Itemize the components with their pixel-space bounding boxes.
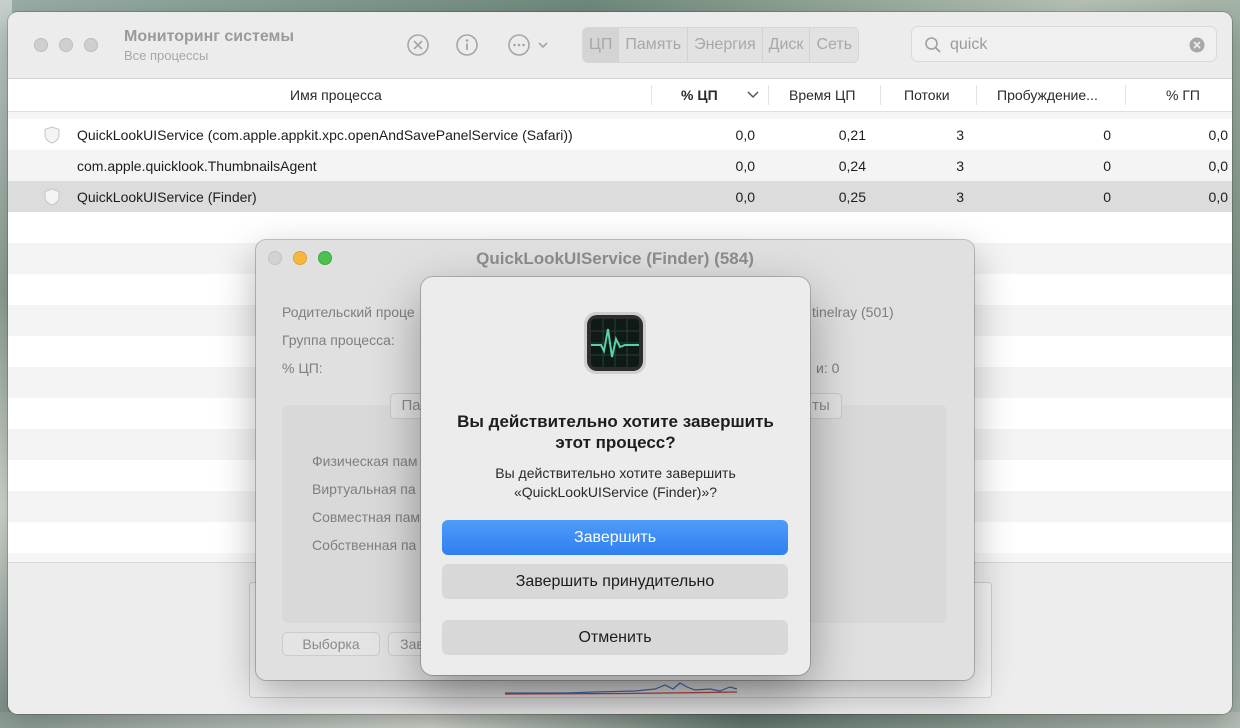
sample-button[interactable]: Выборка — [282, 632, 380, 656]
column-wakeups[interactable]: Пробуждение... — [997, 87, 1098, 103]
column-divider — [1125, 85, 1126, 105]
threads: 3 — [956, 127, 964, 143]
gpu-percent: 0,0 — [1208, 127, 1228, 143]
column-process-name[interactable]: Имя процесса — [290, 87, 382, 103]
column-divider — [880, 85, 881, 105]
shield-icon — [44, 126, 60, 144]
tab-memory[interactable]: Память — [619, 28, 689, 62]
tab-disk[interactable]: Диск — [763, 28, 811, 62]
zoom-window-button[interactable] — [84, 38, 98, 52]
sample-value: и: 0 — [816, 360, 840, 376]
sort-descending-icon[interactable] — [747, 91, 759, 99]
process-name: com.apple.quicklook.ThumbnailsAgent — [77, 158, 317, 174]
tab-energy[interactable]: Энергия — [688, 28, 763, 62]
virtual-memory-label: Виртуальная па — [312, 481, 416, 497]
gpu-percent: 0,0 — [1208, 189, 1228, 205]
wakeups: 0 — [1103, 189, 1111, 205]
column-threads[interactable]: Потоки — [904, 87, 950, 103]
shield-icon — [44, 188, 60, 206]
cpu-time: 0,21 — [838, 127, 866, 143]
cpu-time: 0,24 — [838, 158, 866, 174]
wakeups: 0 — [1103, 158, 1111, 174]
toolbar: Мониторинг системы Все процессы ЦП Памят… — [8, 12, 1232, 79]
cpu-percent: 0,0 — [735, 189, 755, 205]
wakeups: 0 — [1103, 127, 1111, 143]
category-tabs: ЦП Память Энергия Диск Сеть — [582, 27, 860, 63]
column-cpu-time[interactable]: Время ЦП — [789, 87, 855, 103]
column-divider — [976, 85, 977, 105]
clear-search-icon[interactable] — [1189, 37, 1205, 53]
private-memory-label: Собственная па — [312, 537, 417, 553]
gpu-percent: 0,0 — [1208, 158, 1228, 174]
user-value: tinelray (501) — [812, 304, 894, 320]
column-divider — [768, 85, 769, 105]
table-row-selected[interactable]: QuickLookUIService (Finder) 0,0 0,25 3 0… — [8, 181, 1232, 212]
column-divider — [651, 85, 652, 105]
search-input[interactable]: quick — [911, 26, 1217, 62]
dialog-title: Вы действительно хотите завершить этот п… — [457, 412, 774, 452]
search-query: quick — [950, 36, 988, 53]
more-actions-icon[interactable] — [507, 33, 553, 57]
desktop-background-bottom — [0, 712, 1240, 728]
tab-cpu[interactable]: ЦП — [583, 28, 620, 62]
minimize-window-button[interactable] — [59, 38, 73, 52]
app-title: Мониторинг системы — [124, 28, 295, 45]
table-row[interactable]: com.apple.quicklook.ThumbnailsAgent 0,0 … — [8, 150, 1232, 181]
quit-button[interactable]: Завершить — [442, 520, 788, 555]
cpu-percent-label: % ЦП: — [282, 360, 323, 376]
cpu-time: 0,25 — [838, 189, 866, 205]
physical-memory-label: Физическая пам — [312, 453, 418, 469]
search-icon — [925, 37, 941, 53]
info-window-title: QuickLookUIService (Finder) (584) — [476, 249, 754, 268]
stop-process-icon[interactable] — [406, 33, 430, 57]
activity-monitor-app-icon — [584, 312, 646, 374]
parent-process-label: Родительский проце — [282, 304, 415, 320]
app-subtitle: Все процессы — [124, 48, 209, 63]
table-row[interactable]: QuickLookUIService (com.apple.appkit.xpc… — [8, 119, 1232, 150]
dialog-message: Вы действительно хотите завершить «Quick… — [495, 465, 736, 500]
process-group-label: Группа процесса: — [282, 332, 395, 348]
table-header: Имя процесса % ЦП Время ЦП Потоки Пробуж… — [8, 79, 1232, 112]
shared-memory-label: Совместная пам — [312, 509, 420, 525]
quit-confirmation-dialog: Вы действительно хотите завершить этот п… — [421, 277, 810, 675]
cpu-percent: 0,0 — [735, 127, 755, 143]
threads: 3 — [956, 189, 964, 205]
cpu-percent: 0,0 — [735, 158, 755, 174]
info-icon[interactable] — [455, 33, 479, 57]
column-cpu[interactable]: % ЦП — [681, 87, 718, 103]
close-window-button[interactable] — [34, 38, 48, 52]
column-gpu[interactable]: % ГП — [1166, 87, 1200, 103]
cancel-button[interactable]: Отменить — [442, 620, 788, 655]
empty-row — [8, 212, 1232, 243]
threads: 3 — [956, 158, 964, 174]
force-quit-button[interactable]: Завершить принудительно — [442, 564, 788, 599]
process-name: QuickLookUIService (com.apple.appkit.xpc… — [77, 127, 573, 143]
process-name: QuickLookUIService (Finder) — [77, 189, 257, 205]
tab-network[interactable]: Сеть — [810, 28, 858, 62]
